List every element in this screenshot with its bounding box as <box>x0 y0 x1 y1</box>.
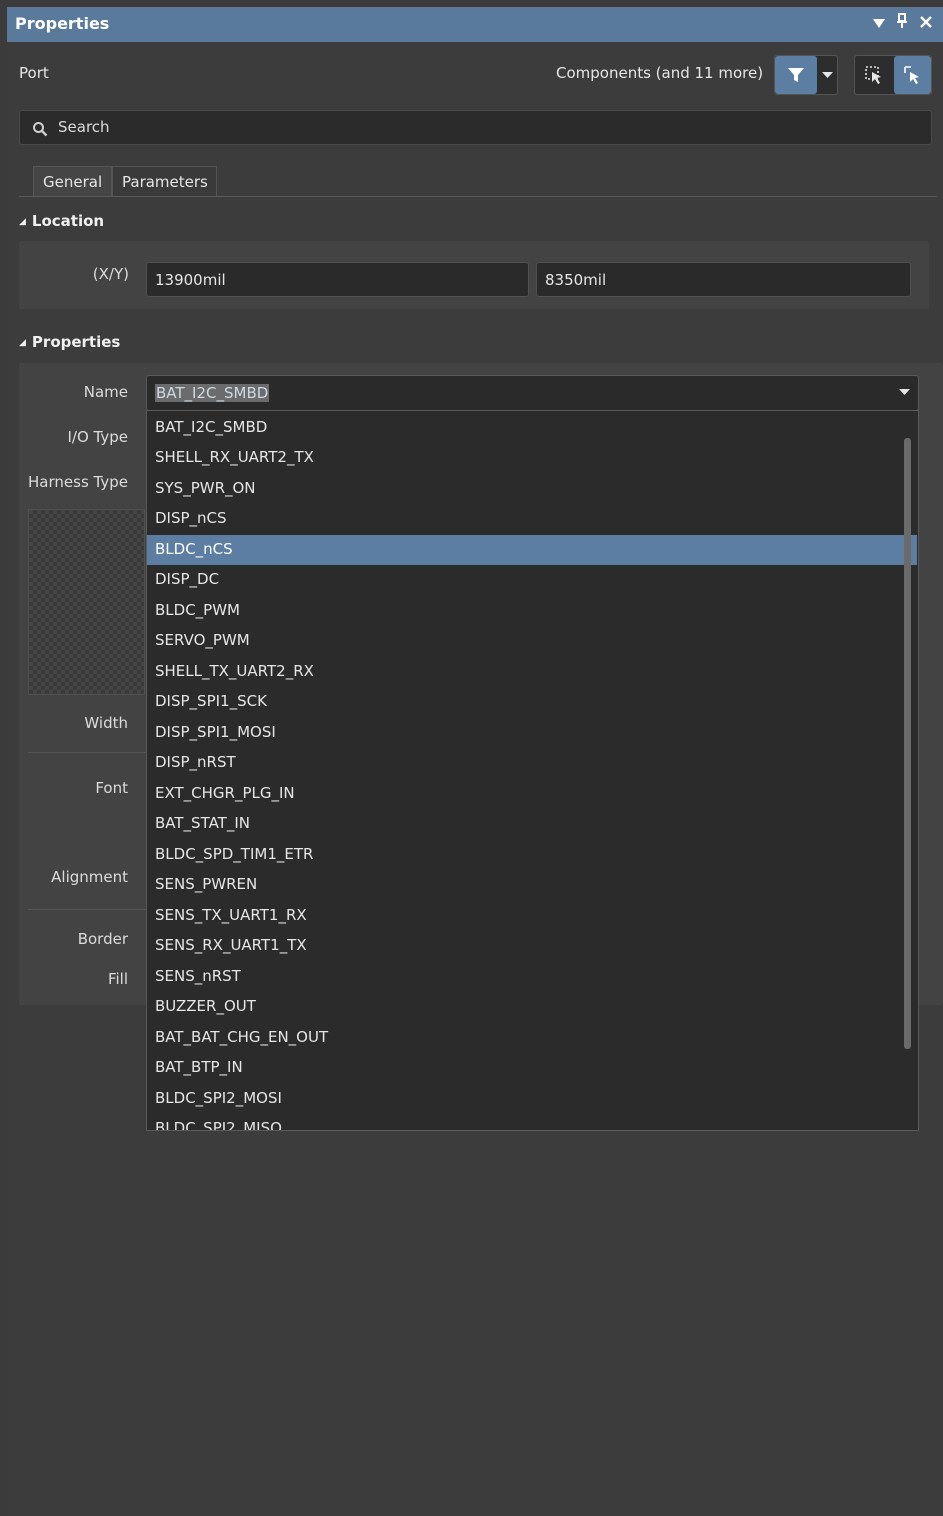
location-heading: Location <box>31 212 105 230</box>
list-item[interactable]: SENS_nRST <box>147 962 917 992</box>
dropdown-scrollbar[interactable] <box>904 438 911 1049</box>
port-preview <box>28 509 145 695</box>
tab-parameters-label: Parameters <box>122 173 208 191</box>
properties-panel: Properties Port Components (and 11 more) <box>7 7 943 1516</box>
select-active-button[interactable] <box>894 56 931 94</box>
panel-titlebar[interactable]: Properties <box>7 7 943 42</box>
pin-icon[interactable] <box>891 12 913 36</box>
location-section: (X/Y) 13900mil 8350mil <box>19 241 929 309</box>
search-icon <box>33 122 48 137</box>
menu-down-icon[interactable] <box>868 12 890 36</box>
collapse-triangle-icon: ◢ <box>19 216 26 227</box>
list-item[interactable]: BLDC_PWM <box>147 596 917 626</box>
list-item[interactable]: SENS_TX_UART1_RX <box>147 901 917 931</box>
selection-mode-group <box>854 55 932 95</box>
y-coordinate-value: 8350mil <box>545 271 607 289</box>
name-label: Name <box>83 383 128 401</box>
search-placeholder: Search <box>58 118 110 136</box>
x-coordinate-value: 13900mil <box>155 271 226 289</box>
alignment-label: Alignment <box>51 868 128 886</box>
list-item[interactable]: DISP_SPI1_SCK <box>147 687 917 717</box>
name-dropdown-list[interactable]: BAT_I2C_SMBD SHELL_RX_UART2_TX SYS_PWR_O… <box>146 410 919 1131</box>
filter-summary[interactable]: Components (and 11 more) <box>556 64 763 82</box>
list-item[interactable]: SHELL_TX_UART2_RX <box>147 657 917 687</box>
list-item[interactable]: DISP_nRST <box>147 748 917 778</box>
list-item[interactable]: BUZZER_OUT <box>147 992 917 1022</box>
filter-icon <box>788 68 804 82</box>
properties-heading: Properties <box>31 333 121 351</box>
name-combobox[interactable]: BAT_I2C_SMBD <box>146 375 919 411</box>
section-divider <box>28 909 146 910</box>
font-label: Font <box>95 779 128 797</box>
tab-general-label: General <box>43 173 103 191</box>
section-divider <box>28 752 146 753</box>
properties-section-header[interactable]: ◢ Properties <box>19 333 120 351</box>
tab-parameters[interactable]: Parameters <box>112 166 217 197</box>
list-item[interactable]: SENS_RX_UART1_TX <box>147 931 917 961</box>
name-value: BAT_I2C_SMBD <box>155 384 270 402</box>
list-item[interactable]: BLDC_SPI2_MISO <box>147 1114 917 1130</box>
chevron-down-icon <box>822 72 833 78</box>
xy-label: (X/Y) <box>92 265 129 283</box>
list-item[interactable]: EXT_CHGR_PLG_IN <box>147 779 917 809</box>
border-label: Border <box>77 930 128 948</box>
cursor-select-icon <box>904 66 919 84</box>
list-item[interactable]: SYS_PWR_ON <box>147 474 917 504</box>
list-item[interactable]: DISP_DC <box>147 565 917 595</box>
select-object-button[interactable] <box>855 56 893 94</box>
filter-dropdown-group <box>774 55 838 95</box>
list-item-selected[interactable]: BLDC_nCS <box>147 535 917 565</box>
collapse-triangle-icon: ◢ <box>19 337 26 348</box>
list-item[interactable]: SENS_PWREN <box>147 870 917 900</box>
chevron-down-icon[interactable] <box>899 389 910 396</box>
tab-general[interactable]: General <box>33 166 112 197</box>
location-section-header[interactable]: ◢ Location <box>19 212 104 230</box>
list-item[interactable]: DISP_nCS <box>147 504 917 534</box>
list-item[interactable]: BAT_STAT_IN <box>147 809 917 839</box>
list-item[interactable]: BAT_I2C_SMBD <box>147 413 917 443</box>
tab-divider <box>19 196 937 197</box>
list-item[interactable]: SHELL_RX_UART2_TX <box>147 443 917 473</box>
close-icon[interactable] <box>915 12 937 36</box>
x-coordinate-field[interactable]: 13900mil <box>146 262 529 297</box>
panel-title: Properties <box>15 14 110 33</box>
fill-label: Fill <box>107 970 128 988</box>
list-item[interactable]: BAT_BTP_IN <box>147 1053 917 1083</box>
list-item[interactable]: DISP_SPI1_MOSI <box>147 718 917 748</box>
list-item[interactable]: BLDC_SPD_TIM1_ETR <box>147 840 917 870</box>
list-item[interactable]: BLDC_SPI2_MOSI <box>147 1084 917 1114</box>
width-label: Width <box>84 714 128 732</box>
y-coordinate-field[interactable]: 8350mil <box>536 262 911 297</box>
search-field[interactable]: Search <box>19 110 932 145</box>
filter-button[interactable] <box>775 56 817 94</box>
select-box-icon <box>865 66 881 84</box>
list-item[interactable]: BAT_BAT_CHG_EN_OUT <box>147 1023 917 1053</box>
harness-type-label: Harness Type <box>28 473 128 491</box>
io-type-label: I/O Type <box>67 428 128 446</box>
filter-menu-button[interactable] <box>818 56 837 94</box>
list-item[interactable]: SERVO_PWM <box>147 626 917 656</box>
object-type-label: Port <box>19 64 49 82</box>
